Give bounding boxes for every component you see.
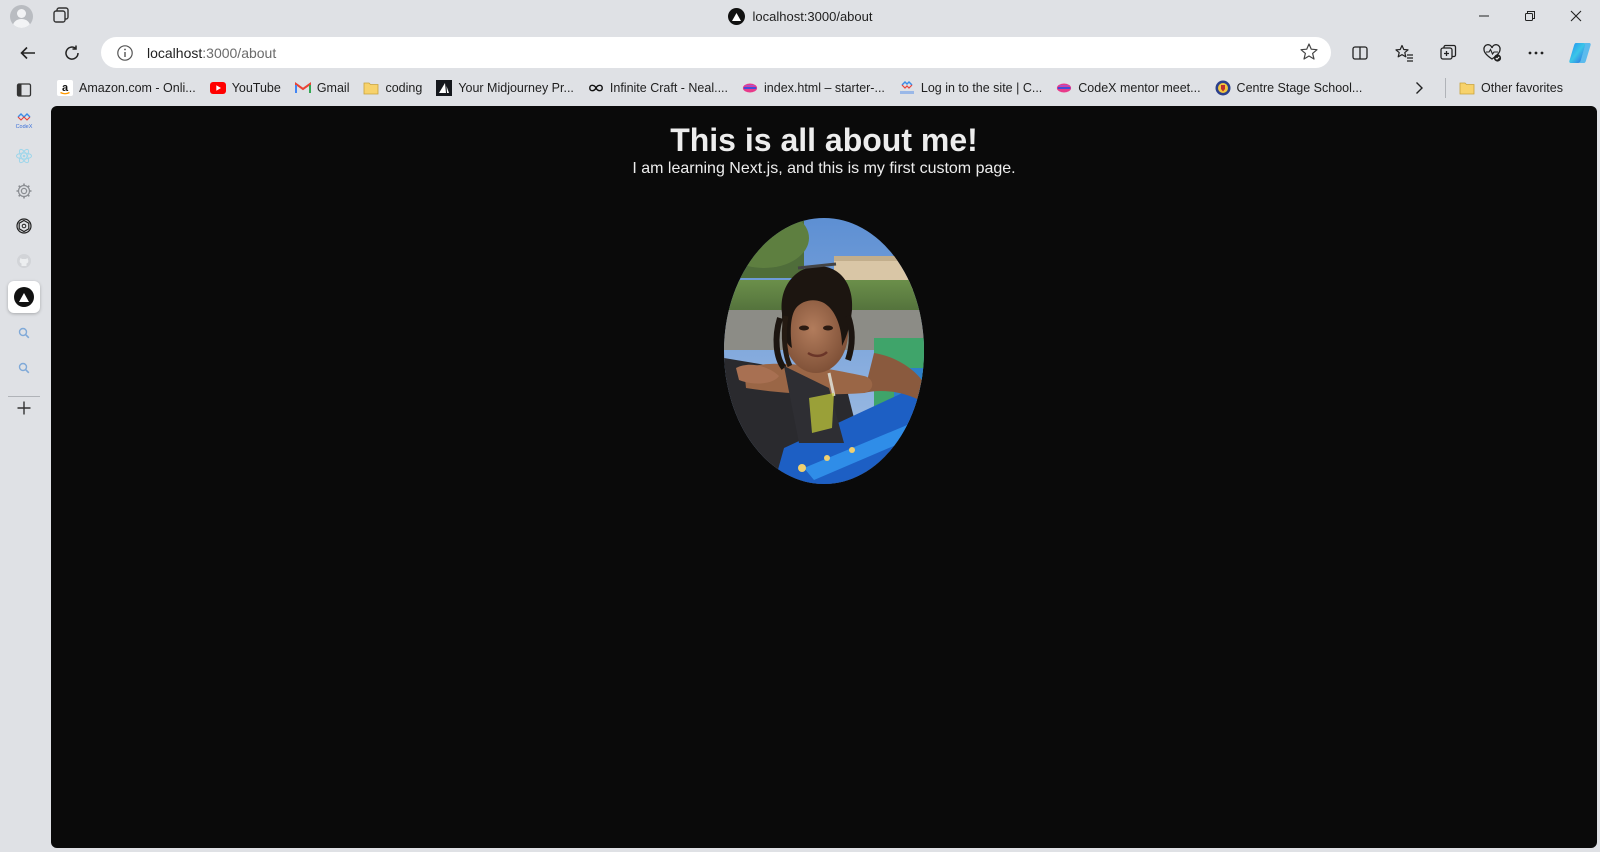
minimize-button[interactable] [1462,0,1506,32]
codepen-icon [1056,80,1072,96]
favorite-label: Centre Stage School... [1236,81,1363,95]
favorites-divider [1445,78,1446,98]
favorite-label: Your Midjourney Pr... [458,81,574,95]
settings-more-button[interactable] [1521,38,1551,68]
favorite-index-html[interactable]: index.html – starter-... [735,76,892,100]
codex-icon: CodeX [16,113,33,130]
collections-icon [1440,44,1457,60]
address-bar[interactable]: localhost:3000/about [101,37,1331,68]
sidebar-codex[interactable]: CodeX [8,105,40,137]
gmail-icon [294,80,311,96]
other-favorites-folder[interactable]: Other favorites [1452,76,1570,100]
other-favorites-label: Other favorites [1481,81,1563,95]
codepen-icon [742,80,758,96]
favorite-label: Amazon.com - Onli... [79,81,196,95]
favorite-label: Gmail [316,81,350,95]
favorite-label: Log in to the site | C... [920,81,1043,95]
plus-icon [17,401,31,415]
favorite-centre-stage[interactable]: Centre Stage School... [1208,76,1370,100]
github-icon [17,254,31,268]
favorites-list-icon [1395,44,1413,62]
sidebar-search-2[interactable] [8,352,40,384]
refresh-button[interactable] [57,38,87,68]
profile-photo [724,218,924,484]
more-horizontal-icon [1528,51,1544,55]
window-title: localhost:3000/about [0,8,1600,25]
favorites-bar: a Amazon.com - Onli... YouTube Gmail cod… [50,75,1600,101]
gear-icon [16,183,32,199]
url-path: :3000/about [202,44,277,61]
copilot-icon [1569,43,1591,63]
edge-sidebar: CodeX [0,74,48,852]
sidebar-react[interactable] [8,140,40,172]
amazon-icon: a [57,80,73,96]
codex-sidebar-label: CodeX [16,124,33,130]
restore-button[interactable] [1508,0,1552,32]
sidebar-add-button[interactable] [8,392,40,424]
url-host: localhost [147,44,203,61]
folder-icon [363,80,379,96]
window-title-text: localhost:3000/about [752,9,873,24]
title-bar: localhost:3000/about [0,0,1600,32]
minimize-icon [1479,15,1489,17]
favorite-infinite-craft[interactable]: Infinite Craft - Neal.... [581,76,735,100]
favorite-label: CodeX mentor meet... [1078,81,1201,95]
page-subtitle: I am learning Next.js, and this is my fi… [632,160,1016,177]
portrait-image [724,218,924,484]
refresh-icon [65,45,79,60]
react-icon [16,148,32,164]
collections-button[interactable] [1433,38,1463,68]
chatgpt-icon [16,218,32,234]
nextjs-favicon-icon [727,8,745,25]
arrow-left-icon [20,46,35,60]
favorite-gmail[interactable]: Gmail [288,76,357,100]
favorite-youtube[interactable]: YouTube [203,76,288,100]
svg-text:a: a [62,82,69,94]
favorite-label: index.html – starter-... [764,81,885,95]
navigation-bar: localhost:3000/about [0,33,1600,71]
search-icon [18,327,30,339]
favorite-label: Infinite Craft - Neal.... [609,81,729,95]
youtube-icon [209,80,226,96]
crest-icon [1215,80,1231,96]
favorites-overflow-button[interactable] [1408,77,1430,99]
heart-pulse-icon [1483,44,1502,62]
favorite-codex-login[interactable]: Log in to the site | C... [892,76,1049,100]
favorite-label: coding [385,81,423,95]
infinity-icon [588,80,604,96]
url-text[interactable]: localhost:3000/about [147,45,276,61]
favorite-folder-coding[interactable]: coding [356,76,429,100]
favorite-label: YouTube [231,81,281,95]
folder-icon [1459,80,1475,96]
favorite-midjourney[interactable]: Your Midjourney Pr... [429,76,581,100]
split-screen-button[interactable] [1345,38,1375,68]
sidebar-github[interactable] [8,245,40,277]
chevron-right-icon [1416,82,1423,94]
sidebar-chatgpt[interactable] [8,210,40,242]
browser-essentials-button[interactable] [1477,38,1507,68]
close-window-button[interactable] [1554,0,1598,32]
codex-icon [899,80,915,96]
page-title: This is all about me! [670,122,978,158]
back-button[interactable] [13,38,43,68]
sidebar-vertical-tabs[interactable] [8,74,40,106]
sidebar-settings[interactable] [8,175,40,207]
sidebar-search-1[interactable] [8,317,40,349]
restore-icon [1525,11,1535,21]
search-icon [18,362,30,374]
split-screen-icon [1352,46,1368,60]
favorite-amazon[interactable]: a Amazon.com - Onli... [50,76,203,100]
favorite-star-icon[interactable] [1299,42,1319,67]
favorite-codex-mentor[interactable]: CodeX mentor meet... [1049,76,1207,100]
site-info-icon[interactable] [115,43,135,63]
midjourney-icon [436,80,453,96]
copilot-button[interactable] [1565,38,1595,68]
close-icon [1570,10,1582,22]
vertical-tabs-icon [16,83,32,97]
favorites-button[interactable] [1389,38,1419,68]
page-viewport: This is all about me! I am learning Next… [51,106,1597,848]
nextjs-icon [14,287,34,307]
sidebar-nextjs-active[interactable] [8,281,40,313]
